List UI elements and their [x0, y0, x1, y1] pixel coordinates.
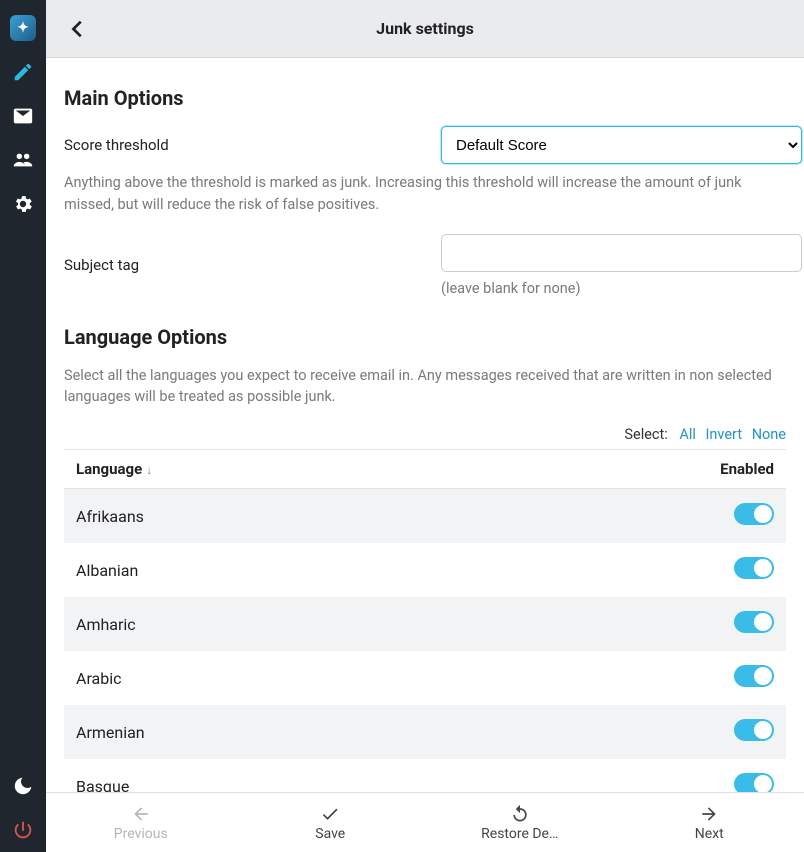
subject-tag-hint: (leave blank for none)	[441, 280, 802, 297]
language-enabled-cell	[706, 543, 786, 597]
table-row: Afrikaans	[64, 489, 786, 544]
language-name: Arabic	[64, 651, 706, 705]
compose-icon[interactable]	[0, 50, 46, 94]
table-row: Amharic	[64, 597, 786, 651]
score-threshold-label: Score threshold	[64, 136, 425, 154]
save-button[interactable]: Save	[236, 793, 426, 852]
restore-defaults-button[interactable]: Restore De…	[425, 793, 615, 852]
table-row: Albanian	[64, 543, 786, 597]
language-options-heading: Language Options	[64, 325, 786, 349]
enabled-toggle[interactable]	[734, 773, 774, 792]
table-row: Armenian	[64, 705, 786, 759]
language-name: Afrikaans	[64, 489, 706, 544]
sidebar: ✦	[0, 0, 46, 852]
enabled-toggle[interactable]	[734, 503, 774, 525]
check-icon	[320, 804, 340, 824]
language-enabled-cell	[706, 759, 786, 792]
select-invert-link[interactable]: Invert	[705, 426, 742, 443]
select-label: Select:	[624, 426, 667, 443]
gear-icon[interactable]	[0, 182, 46, 226]
subject-tag-label: Subject tag	[64, 256, 425, 274]
arrow-right-icon	[699, 804, 719, 824]
enabled-toggle[interactable]	[734, 611, 774, 633]
score-threshold-select[interactable]: Default Score	[441, 126, 802, 164]
arrow-left-icon	[131, 804, 151, 824]
language-name: Amharic	[64, 597, 706, 651]
language-enabled-cell	[706, 705, 786, 759]
power-icon[interactable]	[0, 808, 46, 852]
enabled-toggle[interactable]	[734, 665, 774, 687]
enabled-toggle[interactable]	[734, 719, 774, 741]
subject-tag-row: Subject tag (leave blank for none)	[64, 234, 786, 297]
language-enabled-cell	[706, 597, 786, 651]
next-button[interactable]: Next	[615, 793, 804, 852]
sort-arrow-icon: ↓	[146, 463, 152, 477]
language-enabled-cell	[706, 489, 786, 544]
language-options-help: Select all the languages you expect to r…	[64, 365, 786, 409]
topbar: Junk settings	[46, 0, 804, 58]
main-area: Junk settings Main Options Score thresho…	[46, 0, 804, 852]
language-name: Albanian	[64, 543, 706, 597]
col-language[interactable]: Language↓	[64, 450, 706, 489]
previous-button: Previous	[46, 793, 236, 852]
score-threshold-help: Anything above the threshold is marked a…	[64, 172, 786, 216]
main-options-heading: Main Options	[64, 86, 786, 110]
language-enabled-cell	[706, 651, 786, 705]
undo-icon	[510, 804, 530, 824]
select-all-link[interactable]: All	[679, 426, 696, 443]
col-enabled[interactable]: Enabled	[706, 450, 786, 489]
moon-icon[interactable]	[0, 764, 46, 808]
logo-icon[interactable]: ✦	[0, 6, 46, 50]
table-row: Basque	[64, 759, 786, 792]
content-scroll: Main Options Score threshold Default Sco…	[46, 58, 804, 792]
mail-icon[interactable]	[0, 94, 46, 138]
subject-tag-input[interactable]	[441, 234, 802, 272]
language-name: Basque	[64, 759, 706, 792]
language-table: Language↓ Enabled AfrikaansAlbanianAmhar…	[64, 449, 786, 792]
select-none-link[interactable]: None	[752, 426, 786, 443]
language-name: Armenian	[64, 705, 706, 759]
enabled-toggle[interactable]	[734, 557, 774, 579]
select-links: Select: All Invert None	[64, 426, 786, 443]
users-icon[interactable]	[0, 138, 46, 182]
score-threshold-row: Score threshold Default Score	[64, 126, 786, 164]
footer-bar: Previous Save Restore De… Next	[46, 792, 804, 852]
page-title: Junk settings	[58, 19, 792, 38]
table-row: Arabic	[64, 651, 786, 705]
